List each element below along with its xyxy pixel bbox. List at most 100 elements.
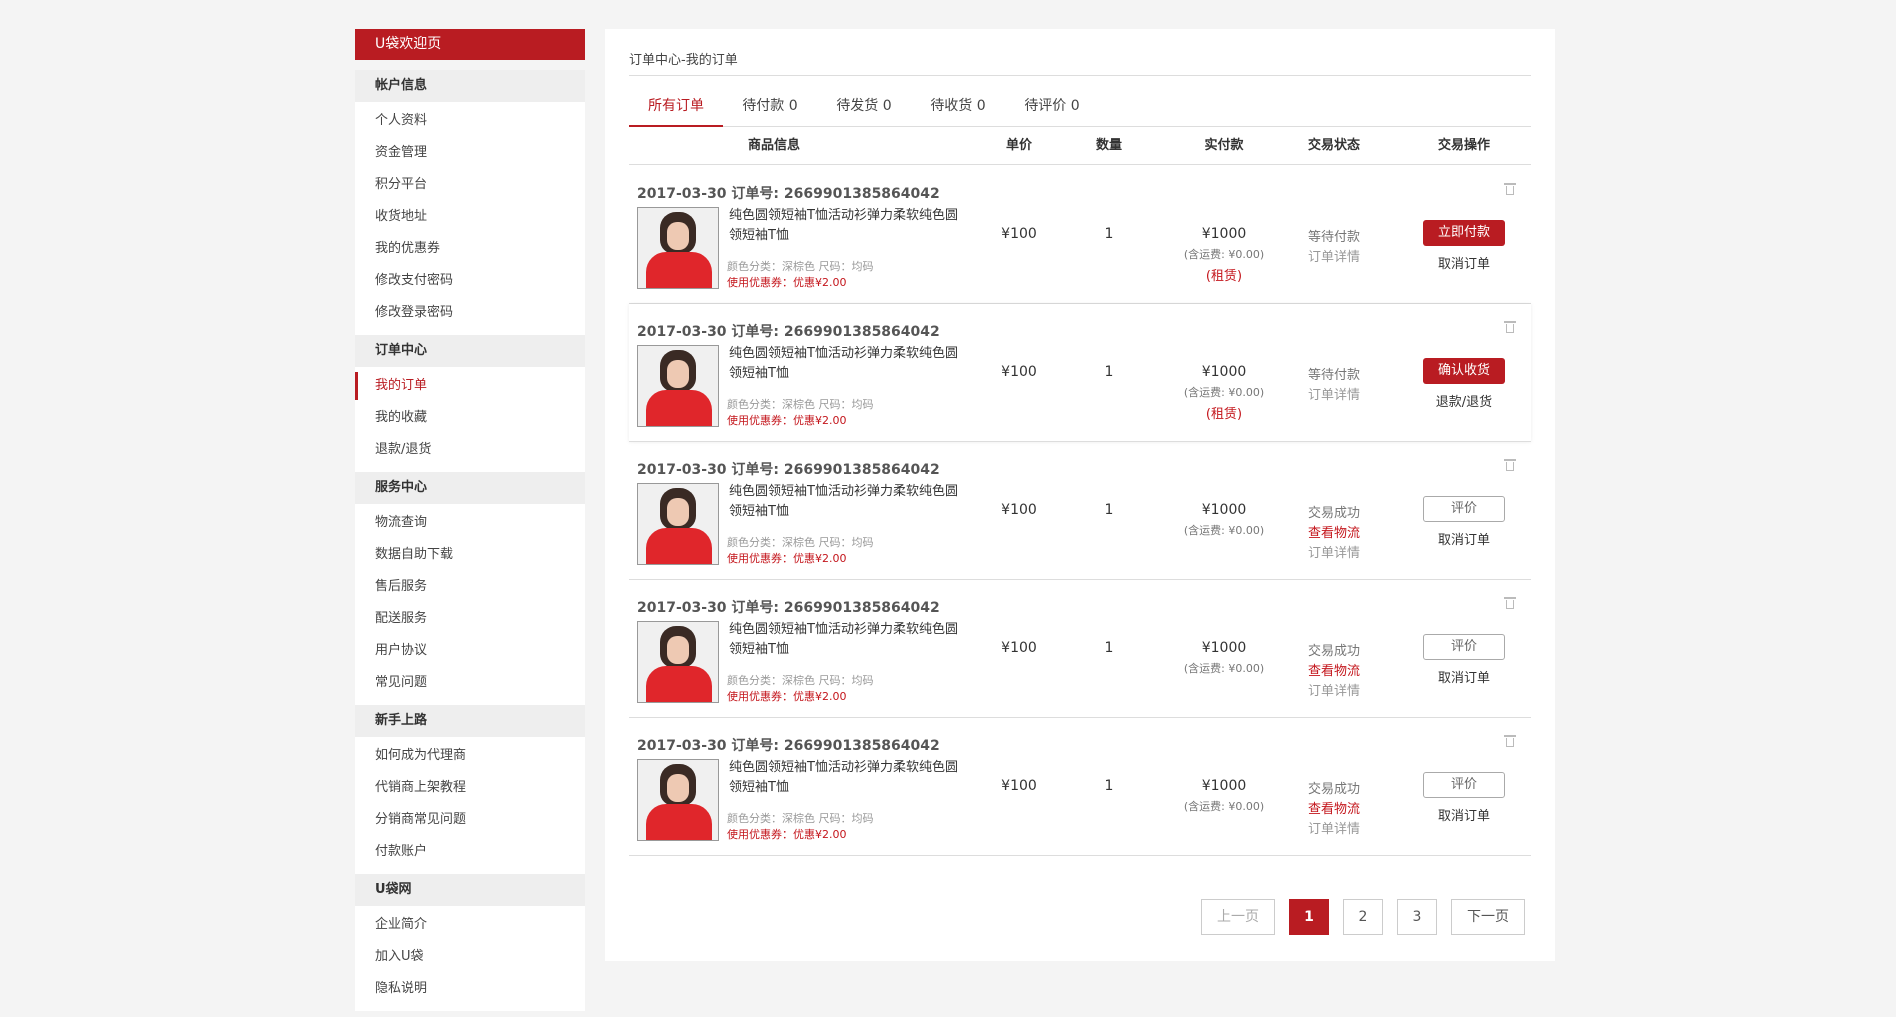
secondary-action-link[interactable]: 取消订单 — [1409, 667, 1519, 686]
product-spec: 颜色分类：深棕色 尺码：均码 — [727, 260, 874, 273]
shipping-fee: (含运费: ¥0.00) — [1183, 386, 1265, 399]
order-date-number: 2017-03-30 订单号: 2669901385864042 — [637, 186, 940, 202]
secondary-action-link[interactable]: 取消订单 — [1409, 253, 1519, 272]
sidebar-item[interactable]: 分销商常见问题 — [355, 804, 585, 836]
trash-icon[interactable] — [1504, 735, 1516, 747]
sidebar-item[interactable]: 企业简介 — [355, 909, 585, 941]
order-tab[interactable]: 待收货 0 — [911, 95, 1005, 127]
product-spec: 颜色分类：深棕色 尺码：均码 — [727, 674, 874, 687]
product-image[interactable] — [637, 483, 719, 565]
sidebar-item[interactable]: 资金管理 — [355, 137, 585, 169]
sidebar-item[interactable]: 个人资料 — [355, 105, 585, 137]
unit-price: ¥100 — [1001, 226, 1037, 242]
sidebar-item[interactable]: 收货地址 — [355, 201, 585, 233]
order-row: 2017-03-30 订单号: 2669901385864042 纯色圆领短袖T恤… — [629, 580, 1531, 718]
header-price: 单价 — [1005, 138, 1032, 153]
secondary-action-link[interactable]: 退款/退货 — [1409, 391, 1519, 410]
page-number-button[interactable]: 2 — [1343, 899, 1383, 935]
order-status: 交易成功 — [1307, 506, 1360, 521]
order-row: 2017-03-30 订单号: 2669901385864042 纯色圆领短袖T恤… — [629, 442, 1531, 580]
quantity: 1 — [1104, 640, 1114, 656]
order-tab[interactable]: 所有订单 — [629, 95, 723, 127]
order-date-number: 2017-03-30 订单号: 2669901385864042 — [637, 462, 940, 478]
product-name-link[interactable]: 纯色圆领短袖T恤活动衫弹力柔软纯色圆领短袖T恤 — [729, 344, 969, 384]
product-name-link[interactable]: 纯色圆领短袖T恤活动衫弹力柔软纯色圆领短袖T恤 — [729, 206, 969, 246]
order-tab[interactable]: 待发货 0 — [817, 95, 911, 127]
view-logistics-link[interactable]: 查看物流 — [1289, 800, 1379, 820]
sidebar-item[interactable]: 修改支付密码 — [355, 265, 585, 297]
trash-icon[interactable] — [1504, 597, 1516, 609]
order-detail-link[interactable]: 订单详情 — [1289, 544, 1379, 564]
sidebar-item[interactable]: 常见问题 — [355, 667, 585, 699]
sidebar-item[interactable]: 如何成为代理商 — [355, 740, 585, 772]
order-tab[interactable]: 待付款 0 — [723, 95, 817, 127]
unit-price: ¥100 — [1001, 364, 1037, 380]
sidebar-item[interactable]: 积分平台 — [355, 169, 585, 201]
paid-amount: ¥1000 — [1201, 778, 1247, 794]
order-detail-link[interactable]: 订单详情 — [1289, 820, 1379, 840]
product-image[interactable] — [637, 759, 719, 841]
trash-icon[interactable] — [1504, 183, 1516, 195]
sidebar-item[interactable]: 我的订单 — [355, 370, 585, 402]
order-list: 2017-03-30 订单号: 2669901385864042 纯色圆领短袖T恤… — [629, 166, 1531, 856]
view-logistics-link[interactable]: 查看物流 — [1289, 662, 1379, 682]
sidebar-item[interactable]: 配送服务 — [355, 603, 585, 635]
product-image[interactable] — [637, 345, 719, 427]
product-spec: 颜色分类：深棕色 尺码：均码 — [727, 536, 874, 549]
sidebar-section-title: 订单中心 — [355, 335, 585, 367]
quantity: 1 — [1104, 502, 1114, 518]
trash-icon[interactable] — [1504, 459, 1516, 471]
paid-amount-cell: ¥1000 (含运费: ¥0.00) (租赁) — [1169, 364, 1279, 422]
sidebar-item[interactable]: 修改登录密码 — [355, 297, 585, 329]
next-page-button[interactable]: 下一页 — [1451, 899, 1525, 935]
secondary-action-link[interactable]: 取消订单 — [1409, 805, 1519, 824]
sidebar-item[interactable]: 退款/退货 — [355, 434, 585, 466]
order-detail-link[interactable]: 订单详情 — [1289, 386, 1379, 406]
sidebar-welcome-link[interactable]: U袋欢迎页 — [355, 29, 585, 60]
sidebar-section-list: 如何成为代理商 代销商上架教程 分销商常见问题 付款账户 — [355, 737, 585, 874]
order-tab[interactable]: 待评价 0 — [1005, 95, 1099, 127]
sidebar-item[interactable]: 我的收藏 — [355, 402, 585, 434]
sidebar-section-title: 新手上路 — [355, 705, 585, 737]
order-detail-link[interactable]: 订单详情 — [1289, 248, 1379, 268]
review-button[interactable]: 评价 — [1423, 496, 1505, 522]
secondary-action-link[interactable]: 取消订单 — [1409, 529, 1519, 548]
order-status-cell: 交易成功 查看物流 订单详情 — [1289, 642, 1379, 702]
shipping-fee: (含运费: ¥0.00) — [1183, 800, 1265, 813]
order-status-cell: 交易成功 查看物流 订单详情 — [1289, 780, 1379, 840]
sidebar-item[interactable]: 代销商上架教程 — [355, 772, 585, 804]
primary-action-button[interactable]: 立即付款 — [1423, 220, 1505, 246]
sidebar-item[interactable]: 加入U袋 — [355, 941, 585, 973]
primary-action-button[interactable]: 确认收货 — [1423, 358, 1505, 384]
sidebar-item[interactable]: 数据自助下载 — [355, 539, 585, 571]
header-paid: 实付款 — [1204, 138, 1244, 153]
page-number-button[interactable]: 1 — [1289, 899, 1329, 935]
rent-tag: (租赁) — [1205, 269, 1243, 284]
product-name-link[interactable]: 纯色圆领短袖T恤活动衫弹力柔软纯色圆领短袖T恤 — [729, 620, 969, 660]
sidebar-item[interactable]: 用户协议 — [355, 635, 585, 667]
review-button[interactable]: 评价 — [1423, 634, 1505, 660]
coupon-info: 使用优惠券：优惠¥2.00 — [727, 690, 847, 703]
order-date-number: 2017-03-30 订单号: 2669901385864042 — [637, 738, 940, 754]
sidebar-item[interactable]: 物流查询 — [355, 507, 585, 539]
sidebar-item[interactable]: 售后服务 — [355, 571, 585, 603]
paid-amount-cell: ¥1000 (含运费: ¥0.00) — [1169, 502, 1279, 538]
sidebar-section-list: 我的订单 我的收藏 退款/退货 — [355, 367, 585, 472]
view-logistics-link[interactable]: 查看物流 — [1289, 524, 1379, 544]
order-date-number: 2017-03-30 订单号: 2669901385864042 — [637, 600, 940, 616]
trash-icon[interactable] — [1504, 321, 1516, 333]
product-name-link[interactable]: 纯色圆领短袖T恤活动衫弹力柔软纯色圆领短袖T恤 — [729, 758, 969, 798]
product-image[interactable] — [637, 207, 719, 289]
order-actions: 评价 取消订单 — [1409, 496, 1519, 548]
pagination: 上一页 1 2 3 下一页 — [1201, 899, 1525, 935]
sidebar-item[interactable]: 我的优惠券 — [355, 233, 585, 265]
order-detail-link[interactable]: 订单详情 — [1289, 682, 1379, 702]
sidebar-item[interactable]: 隐私说明 — [355, 973, 585, 1005]
sidebar-sections: 帐户信息 个人资料 资金管理 积分平台 收货地址 我的优惠券 修改支付密码 修改登录密码 订单中… — [355, 70, 585, 1011]
prev-page-button[interactable]: 上一页 — [1201, 899, 1275, 935]
sidebar-item[interactable]: 付款账户 — [355, 836, 585, 868]
product-name-link[interactable]: 纯色圆领短袖T恤活动衫弹力柔软纯色圆领短袖T恤 — [729, 482, 969, 522]
product-image[interactable] — [637, 621, 719, 703]
review-button[interactable]: 评价 — [1423, 772, 1505, 798]
page-number-button[interactable]: 3 — [1397, 899, 1437, 935]
